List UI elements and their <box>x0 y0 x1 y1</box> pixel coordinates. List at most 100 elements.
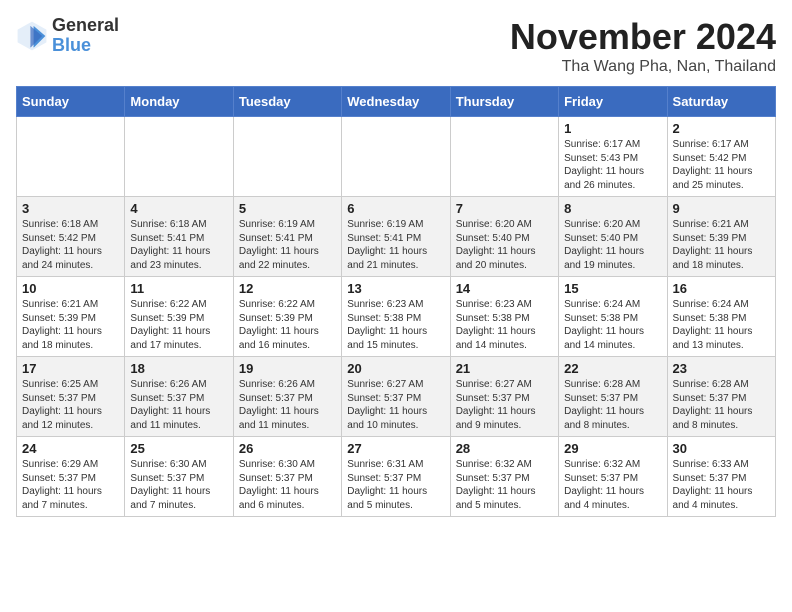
calendar-week-0: 1 Sunrise: 6:17 AM Sunset: 5:43 PM Daylig… <box>17 117 776 197</box>
calendar-cell: 6 Sunrise: 6:19 AM Sunset: 5:41 PM Daylig… <box>342 197 450 277</box>
calendar-week-2: 10Sunrise: 6:21 AM Sunset: 5:39 PM Dayli… <box>17 277 776 357</box>
header-day-monday: Monday <box>125 87 233 117</box>
calendar-cell: 21Sunrise: 6:27 AM Sunset: 5:37 PM Dayli… <box>450 357 558 437</box>
calendar-week-4: 24 Sunrise: 6:29 AM Sunset: 5:37 PM Dayli… <box>17 437 776 517</box>
day-info: Sunrise: 6:19 AM Sunset: 5:41 PM Dayligh… <box>347 218 444 272</box>
day-info: Sunrise: 6:27 AM Sunset: 5:37 PM Dayligh… <box>347 378 444 432</box>
day-number: 15 <box>564 281 661 296</box>
day-info: Sunrise: 6:23 AM Sunset: 5:38 PM Dayligh… <box>456 298 553 352</box>
day-info: Sunrise: 6:25 AM Sunset: 5:37 PM Dayligh… <box>22 378 119 432</box>
calendar-week-3: 17 Sunrise: 6:25 AM Sunset: 5:37 PM Dayli… <box>17 357 776 437</box>
day-number: 6 <box>347 201 444 216</box>
calendar-cell: 8 Sunrise: 6:20 AM Sunset: 5:40 PM Daylig… <box>559 197 667 277</box>
calendar-cell: 29 Sunrise: 6:32 AM Sunset: 5:37 PM Dayli… <box>559 437 667 517</box>
calendar-cell: 2 Sunrise: 6:17 AM Sunset: 5:42 PM Daylig… <box>667 117 775 197</box>
calendar-cell: 3 Sunrise: 6:18 AM Sunset: 5:42 PM Daylig… <box>17 197 125 277</box>
day-info: Sunrise: 6:26 AM Sunset: 5:37 PM Dayligh… <box>239 378 336 432</box>
day-number: 29 <box>564 441 661 456</box>
day-number: 18 <box>130 361 227 376</box>
day-info: Sunrise: 6:24 AM Sunset: 5:38 PM Dayligh… <box>673 298 770 352</box>
day-info: Sunrise: 6:26 AM Sunset: 5:37 PM Dayligh… <box>130 378 227 432</box>
day-info: Sunrise: 6:19 AM Sunset: 5:41 PM Dayligh… <box>239 218 336 272</box>
calendar-cell: 17 Sunrise: 6:25 AM Sunset: 5:37 PM Dayli… <box>17 357 125 437</box>
calendar-body: 1 Sunrise: 6:17 AM Sunset: 5:43 PM Daylig… <box>17 117 776 517</box>
calendar-cell: 19 Sunrise: 6:26 AM Sunset: 5:37 PM Dayli… <box>233 357 341 437</box>
calendar-cell: 26 Sunrise: 6:30 AM Sunset: 5:37 PM Dayli… <box>233 437 341 517</box>
day-number: 13 <box>347 281 444 296</box>
day-number: 24 <box>22 441 119 456</box>
day-info: Sunrise: 6:28 AM Sunset: 5:37 PM Dayligh… <box>564 378 661 432</box>
day-info: Sunrise: 6:31 AM Sunset: 5:37 PM Dayligh… <box>347 458 444 512</box>
day-number: 4 <box>130 201 227 216</box>
logo: General Blue <box>16 16 119 56</box>
logo-icon <box>16 20 48 52</box>
calendar-cell: 12 Sunrise: 6:22 AM Sunset: 5:39 PM Dayli… <box>233 277 341 357</box>
day-number: 23 <box>673 361 770 376</box>
calendar-cell: 28Sunrise: 6:32 AM Sunset: 5:37 PM Dayli… <box>450 437 558 517</box>
day-number: 12 <box>239 281 336 296</box>
calendar-cell: 27Sunrise: 6:31 AM Sunset: 5:37 PM Dayli… <box>342 437 450 517</box>
location-title: Tha Wang Pha, Nan, Thailand <box>510 58 776 76</box>
day-info: Sunrise: 6:20 AM Sunset: 5:40 PM Dayligh… <box>456 218 553 272</box>
day-number: 26 <box>239 441 336 456</box>
day-number: 17 <box>22 361 119 376</box>
day-info: Sunrise: 6:21 AM Sunset: 5:39 PM Dayligh… <box>673 218 770 272</box>
day-number: 2 <box>673 121 770 136</box>
calendar-cell: 22 Sunrise: 6:28 AM Sunset: 5:37 PM Dayli… <box>559 357 667 437</box>
day-info: Sunrise: 6:33 AM Sunset: 5:37 PM Dayligh… <box>673 458 770 512</box>
day-info: Sunrise: 6:22 AM Sunset: 5:39 PM Dayligh… <box>239 298 336 352</box>
logo-blue-text: Blue <box>52 36 119 56</box>
month-title: November 2024 <box>510 16 776 58</box>
day-number: 9 <box>673 201 770 216</box>
day-info: Sunrise: 6:22 AM Sunset: 5:39 PM Dayligh… <box>130 298 227 352</box>
calendar-cell: 18 Sunrise: 6:26 AM Sunset: 5:37 PM Dayli… <box>125 357 233 437</box>
day-info: Sunrise: 6:18 AM Sunset: 5:41 PM Dayligh… <box>130 218 227 272</box>
day-number: 3 <box>22 201 119 216</box>
day-number: 20 <box>347 361 444 376</box>
header-day-tuesday: Tuesday <box>233 87 341 117</box>
header-day-friday: Friday <box>559 87 667 117</box>
calendar-cell: 1 Sunrise: 6:17 AM Sunset: 5:43 PM Daylig… <box>559 117 667 197</box>
day-number: 21 <box>456 361 553 376</box>
calendar-cell: 23 Sunrise: 6:28 AM Sunset: 5:37 PM Dayli… <box>667 357 775 437</box>
day-info: Sunrise: 6:29 AM Sunset: 5:37 PM Dayligh… <box>22 458 119 512</box>
calendar-cell: 30 Sunrise: 6:33 AM Sunset: 5:37 PM Dayli… <box>667 437 775 517</box>
day-info: Sunrise: 6:30 AM Sunset: 5:37 PM Dayligh… <box>130 458 227 512</box>
day-info: Sunrise: 6:17 AM Sunset: 5:43 PM Dayligh… <box>564 138 661 192</box>
header-day-sunday: Sunday <box>17 87 125 117</box>
day-number: 16 <box>673 281 770 296</box>
calendar-cell: 20 Sunrise: 6:27 AM Sunset: 5:37 PM Dayli… <box>342 357 450 437</box>
day-info: Sunrise: 6:21 AM Sunset: 5:39 PM Dayligh… <box>22 298 119 352</box>
calendar-cell <box>342 117 450 197</box>
day-info: Sunrise: 6:17 AM Sunset: 5:42 PM Dayligh… <box>673 138 770 192</box>
day-info: Sunrise: 6:32 AM Sunset: 5:37 PM Dayligh… <box>564 458 661 512</box>
day-number: 14 <box>456 281 553 296</box>
calendar-cell <box>17 117 125 197</box>
day-number: 8 <box>564 201 661 216</box>
header-day-thursday: Thursday <box>450 87 558 117</box>
day-number: 1 <box>564 121 661 136</box>
day-number: 28 <box>456 441 553 456</box>
day-number: 30 <box>673 441 770 456</box>
header-row: SundayMondayTuesdayWednesdayThursdayFrid… <box>17 87 776 117</box>
calendar-cell: 5Sunrise: 6:19 AM Sunset: 5:41 PM Daylig… <box>233 197 341 277</box>
calendar-cell: 15 Sunrise: 6:24 AM Sunset: 5:38 PM Dayli… <box>559 277 667 357</box>
day-number: 19 <box>239 361 336 376</box>
day-info: Sunrise: 6:28 AM Sunset: 5:37 PM Dayligh… <box>673 378 770 432</box>
day-number: 22 <box>564 361 661 376</box>
calendar-week-1: 3 Sunrise: 6:18 AM Sunset: 5:42 PM Daylig… <box>17 197 776 277</box>
day-number: 11 <box>130 281 227 296</box>
calendar-cell: 25Sunrise: 6:30 AM Sunset: 5:37 PM Dayli… <box>125 437 233 517</box>
logo-text: General Blue <box>52 16 119 56</box>
calendar-cell: 16 Sunrise: 6:24 AM Sunset: 5:38 PM Dayli… <box>667 277 775 357</box>
day-info: Sunrise: 6:20 AM Sunset: 5:40 PM Dayligh… <box>564 218 661 272</box>
day-info: Sunrise: 6:23 AM Sunset: 5:38 PM Dayligh… <box>347 298 444 352</box>
page-header: General Blue November 2024 Tha Wang Pha,… <box>16 16 776 76</box>
calendar-cell: 24 Sunrise: 6:29 AM Sunset: 5:37 PM Dayli… <box>17 437 125 517</box>
calendar-cell: 9 Sunrise: 6:21 AM Sunset: 5:39 PM Daylig… <box>667 197 775 277</box>
logo-general-text: General <box>52 16 119 36</box>
day-info: Sunrise: 6:30 AM Sunset: 5:37 PM Dayligh… <box>239 458 336 512</box>
day-info: Sunrise: 6:18 AM Sunset: 5:42 PM Dayligh… <box>22 218 119 272</box>
day-info: Sunrise: 6:24 AM Sunset: 5:38 PM Dayligh… <box>564 298 661 352</box>
calendar-cell <box>233 117 341 197</box>
